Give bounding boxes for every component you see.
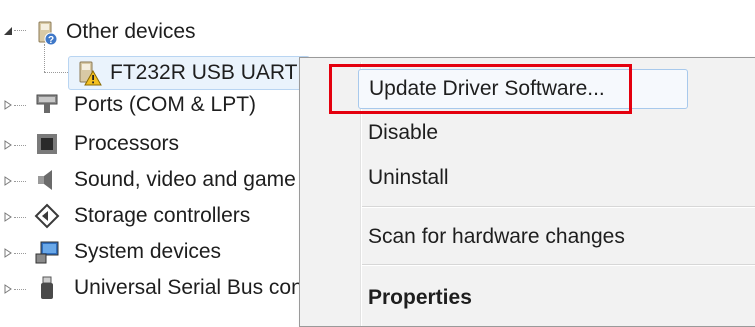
tree-guide-line — [14, 253, 26, 254]
tree-guide-line — [44, 44, 45, 72]
tree-item-ft232r[interactable]: FT232R USB UART — [110, 55, 298, 91]
storage-controller-icon — [34, 203, 60, 229]
expand-icon[interactable] — [2, 211, 14, 223]
expand-icon[interactable] — [2, 139, 14, 151]
tree-item-storage[interactable]: Storage controllers — [74, 198, 250, 234]
menu-item-uninstall[interactable]: Uninstall — [358, 158, 738, 198]
tree-item-system[interactable]: System devices — [74, 234, 221, 270]
port-connector-icon — [34, 91, 60, 117]
expand-icon[interactable] — [2, 99, 14, 111]
tree-item-label: Ports (COM & LPT) — [74, 93, 257, 116]
tree-item-ports[interactable]: Ports (COM & LPT) — [74, 87, 256, 123]
system-devices-icon — [34, 239, 60, 265]
tree-item-label: Processors — [74, 132, 180, 155]
speaker-icon — [34, 167, 60, 193]
menu-separator — [362, 206, 755, 208]
expand-icon[interactable] — [2, 247, 14, 259]
menu-item-label: Scan for hardware changes — [368, 225, 625, 248]
menu-item-disable[interactable]: Disable — [358, 113, 738, 153]
tree-guide-line — [44, 72, 70, 73]
tree-item-label: System devices — [74, 240, 222, 263]
tree-guide-line — [14, 217, 26, 218]
tree-guide-line — [14, 145, 26, 146]
expand-icon[interactable] — [2, 175, 14, 187]
tree-guide-line — [14, 30, 26, 31]
tree-item-processors[interactable]: Processors — [74, 126, 179, 162]
processor-chip-icon — [34, 131, 60, 157]
tree-item-label: FT232R USB UART — [110, 61, 298, 84]
menu-item-label: Disable — [368, 121, 439, 144]
tree-item-other-devices[interactable]: Other devices — [66, 14, 196, 50]
tree-item-label: Storage controllers — [74, 204, 251, 227]
tree-guide-line — [14, 289, 26, 290]
collapse-icon[interactable] — [2, 25, 14, 37]
tree-guide-line — [14, 105, 26, 106]
menu-item-properties[interactable]: Properties — [358, 278, 738, 318]
menu-item-label: Properties — [368, 286, 472, 309]
menu-separator — [362, 264, 755, 266]
warning-device-icon — [76, 60, 102, 86]
menu-item-scan[interactable]: Scan for hardware changes — [358, 217, 738, 257]
tree-guide-line — [14, 181, 26, 182]
svg-text:?: ? — [48, 35, 54, 46]
unknown-device-icon: ? — [34, 20, 60, 46]
usb-plug-icon — [34, 275, 60, 301]
menu-item-label: Uninstall — [368, 166, 449, 189]
highlight-annotation-box — [329, 64, 632, 114]
tree-item-label: Other devices — [66, 20, 196, 43]
expand-icon[interactable] — [2, 283, 14, 295]
